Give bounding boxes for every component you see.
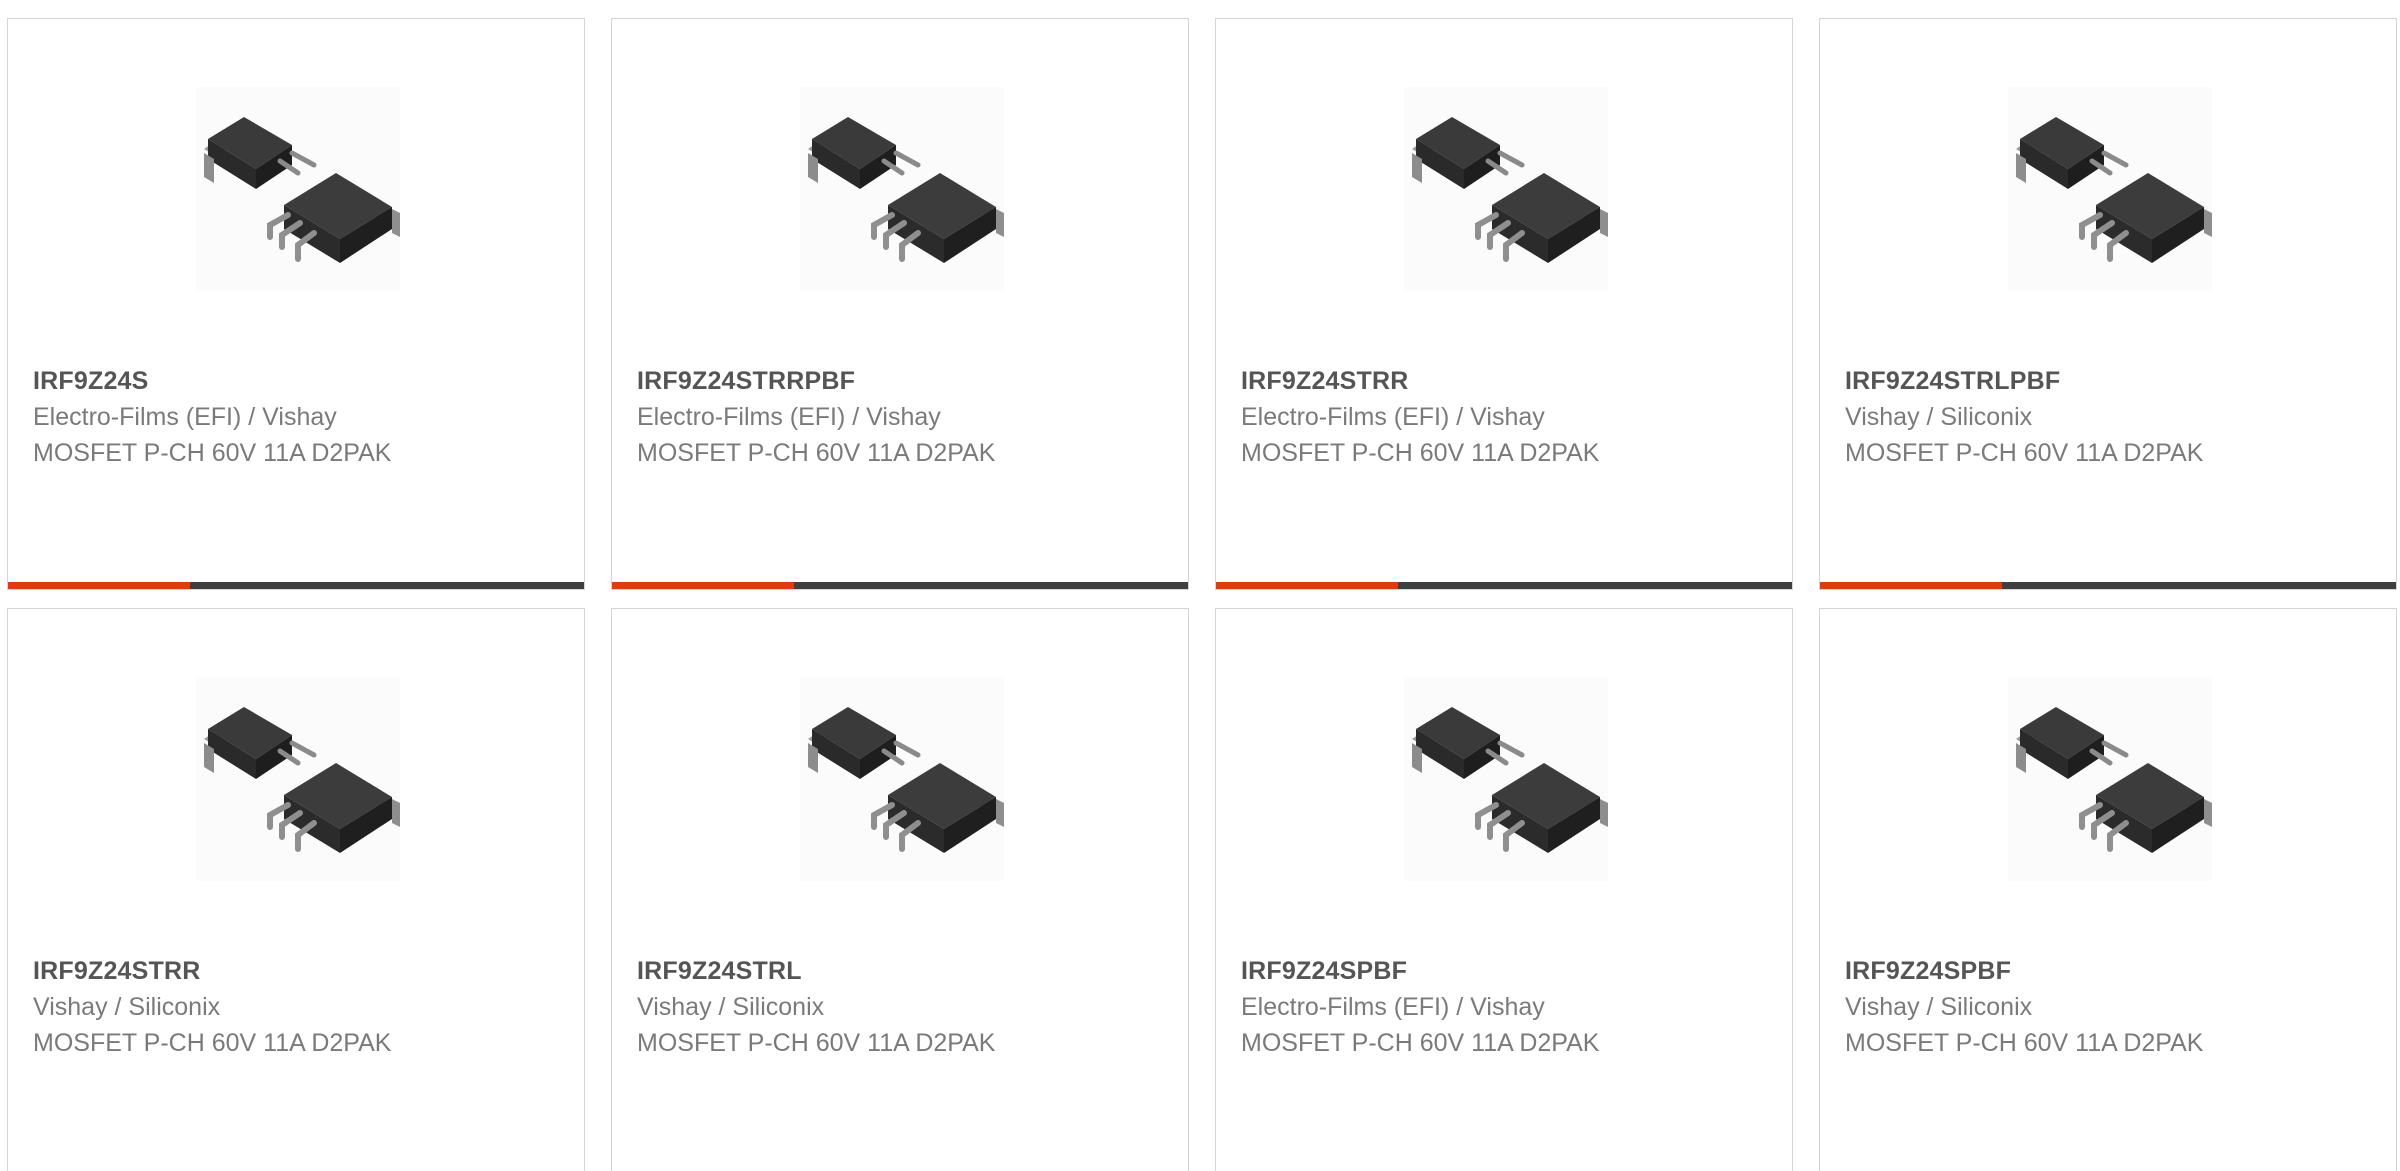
manufacturer: Vishay / Siliconix	[33, 993, 221, 1021]
product-image[interactable]	[2008, 677, 2212, 881]
product-card[interactable]: IRF9Z24SPBF Vishay / Siliconix MOSFET P-CH…	[1819, 608, 2397, 1171]
manufacturer: Electro-Films (EFI) / Vishay	[1241, 993, 1545, 1021]
product-image[interactable]	[196, 677, 400, 881]
product-image[interactable]	[196, 87, 400, 291]
manufacturer: Electro-Films (EFI) / Vishay	[637, 403, 941, 431]
product-card[interactable]: IRF9Z24STRR Electro-Films (EFI) / Vishay M…	[1215, 18, 1793, 590]
description: MOSFET P-CH 60V 11A D2PAK	[1241, 439, 1600, 467]
card-accent-strip	[1216, 582, 1398, 589]
d2pak-mosfet-icon	[1404, 677, 1608, 881]
card-footer-bar	[612, 582, 1188, 589]
product-card[interactable]: IRF9Z24STRR Vishay / Siliconix MOSFET P-CH…	[7, 608, 585, 1171]
part-number[interactable]: IRF9Z24SPBF	[1241, 957, 1407, 986]
description: MOSFET P-CH 60V 11A D2PAK	[637, 439, 996, 467]
product-card[interactable]: IRF9Z24SPBF Electro-Films (EFI) / Vishay M…	[1215, 608, 1793, 1171]
manufacturer: Electro-Films (EFI) / Vishay	[1241, 403, 1545, 431]
part-number[interactable]: IRF9Z24STRLPBF	[1845, 367, 2060, 396]
card-accent-strip	[1820, 582, 2002, 589]
part-number[interactable]: IRF9Z24STRR	[33, 957, 201, 986]
card-accent-strip	[612, 582, 794, 589]
manufacturer: Vishay / Siliconix	[1845, 993, 2033, 1021]
card-accent-strip	[8, 582, 190, 589]
description: MOSFET P-CH 60V 11A D2PAK	[33, 1029, 392, 1057]
d2pak-mosfet-icon	[800, 87, 1004, 291]
product-image[interactable]	[1404, 87, 1608, 291]
card-footer-bar	[8, 582, 584, 589]
manufacturer: Vishay / Siliconix	[637, 993, 825, 1021]
card-footer-bar	[1216, 582, 1792, 589]
part-number[interactable]: IRF9Z24STRR	[1241, 367, 1409, 396]
d2pak-mosfet-icon	[2008, 87, 2212, 291]
product-image[interactable]	[1404, 677, 1608, 881]
product-card[interactable]: IRF9Z24STRRPBF Electro-Films (EFI) / Vish…	[611, 18, 1189, 590]
product-image[interactable]	[800, 677, 1004, 881]
manufacturer: Electro-Films (EFI) / Vishay	[33, 403, 337, 431]
d2pak-mosfet-icon	[196, 677, 400, 881]
part-number[interactable]: IRF9Z24SPBF	[1845, 957, 2011, 986]
product-card[interactable]: IRF9Z24STRL Vishay / Siliconix MOSFET P-CH…	[611, 608, 1189, 1171]
part-number[interactable]: IRF9Z24STRRPBF	[637, 367, 855, 396]
description: MOSFET P-CH 60V 11A D2PAK	[1845, 439, 2204, 467]
product-image[interactable]	[2008, 87, 2212, 291]
description: MOSFET P-CH 60V 11A D2PAK	[1845, 1029, 2204, 1057]
d2pak-mosfet-icon	[1404, 87, 1608, 291]
d2pak-mosfet-icon	[196, 87, 400, 291]
description: MOSFET P-CH 60V 11A D2PAK	[33, 439, 392, 467]
d2pak-mosfet-icon	[800, 677, 1004, 881]
manufacturer: Vishay / Siliconix	[1845, 403, 2033, 431]
product-card[interactable]: IRF9Z24STRLPBF Vishay / Siliconix MOSFET P…	[1819, 18, 2397, 590]
card-footer-bar	[1820, 582, 2396, 589]
d2pak-mosfet-icon	[2008, 677, 2212, 881]
product-card[interactable]: IRF9Z24S Electro-Films (EFI) / Vishay MOSF…	[7, 18, 585, 590]
part-number[interactable]: IRF9Z24STRL	[637, 957, 802, 986]
product-image[interactable]	[800, 87, 1004, 291]
product-grid: IRF9Z24S Electro-Films (EFI) / Vishay MOSF…	[0, 0, 2400, 1171]
description: MOSFET P-CH 60V 11A D2PAK	[1241, 1029, 1600, 1057]
description: MOSFET P-CH 60V 11A D2PAK	[637, 1029, 996, 1057]
part-number[interactable]: IRF9Z24S	[33, 367, 149, 396]
